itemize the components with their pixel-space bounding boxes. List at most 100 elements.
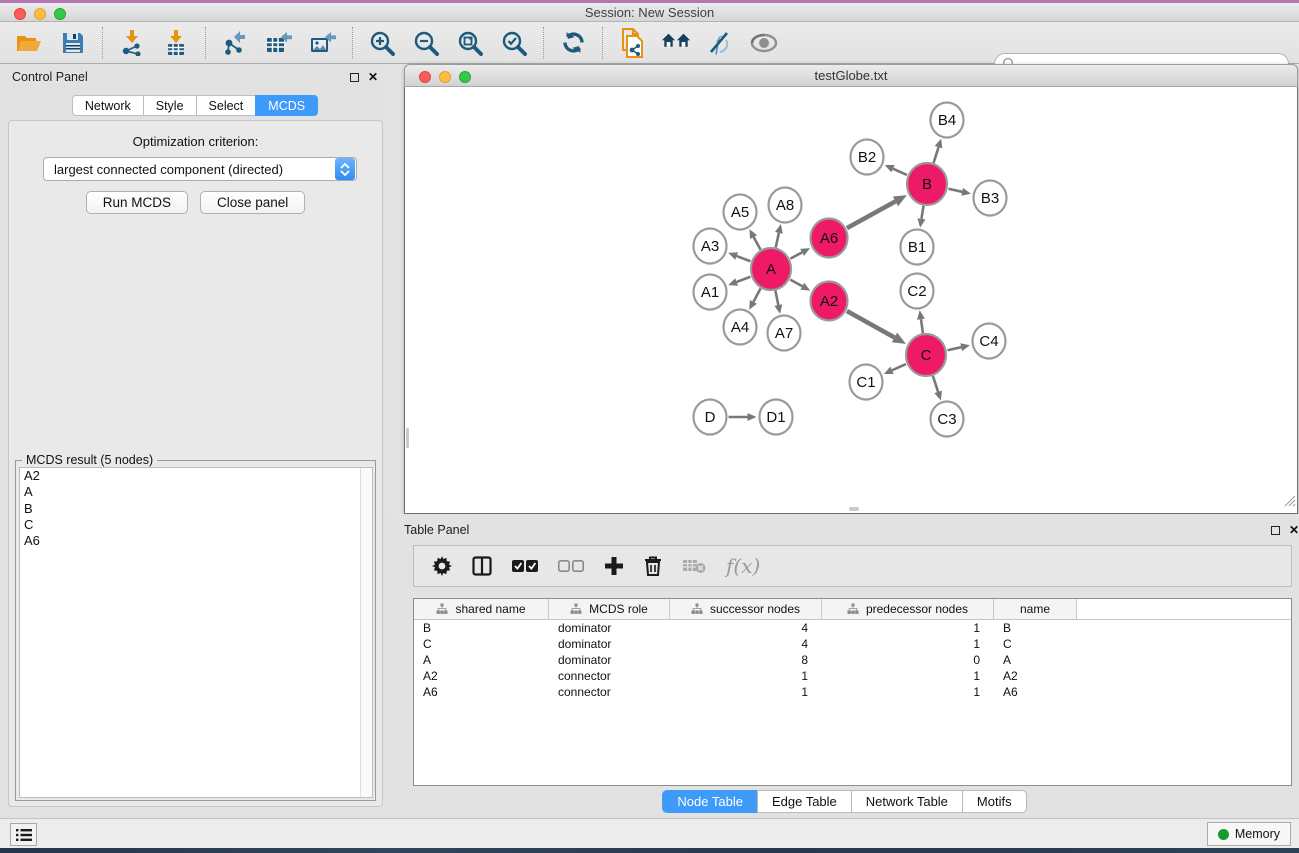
network-graph[interactable]: B4B2BB3A5A8A6B1A3AA1C2A2A4A7C4CC1C3DD1 [405,87,1297,513]
node-C2[interactable]: C2 [901,274,934,309]
column-header-predecessor-nodes[interactable]: predecessor nodes [822,599,994,619]
edge-A-A2[interactable] [790,280,802,287]
tab-select[interactable]: Select [196,95,256,116]
edge-C-C1[interactable] [892,364,906,370]
zoom-in-icon[interactable] [367,28,397,58]
resize-grip-icon[interactable] [1284,494,1296,512]
table-row[interactable]: Adominator80A [414,652,1291,668]
zoom-selected-icon[interactable] [499,28,529,58]
close-window-button[interactable] [14,8,26,20]
edge-B-B1[interactable] [921,206,923,219]
node-table-header[interactable]: shared nameMCDS rolesuccessor nodesprede… [414,599,1291,620]
table-row[interactable]: Cdominator41C [414,636,1291,652]
delete-column-icon[interactable] [644,556,662,577]
table-row[interactable]: A6connector11A6 [414,684,1291,700]
memory-button[interactable]: Memory [1207,822,1291,846]
node-A2[interactable]: A2 [811,282,848,321]
node-C3[interactable]: C3 [931,402,964,437]
node-A3[interactable]: A3 [694,229,727,264]
close-panel-button[interactable]: Close panel [200,191,305,214]
save-session-icon[interactable] [58,28,88,58]
run-mcds-button[interactable]: Run MCDS [86,191,188,214]
network-window-titlebar[interactable]: testGlobe.txt [404,64,1298,87]
task-history-button[interactable] [10,823,37,846]
columns-icon[interactable] [472,556,492,576]
close-panel-icon[interactable]: ✕ [368,70,378,84]
export-table-icon[interactable] [264,28,294,58]
node-table[interactable]: shared nameMCDS rolesuccessor nodesprede… [413,598,1292,786]
edge-A-A3[interactable] [737,256,751,261]
mcds-result-item[interactable]: A2 [20,468,372,484]
import-table-icon[interactable] [161,28,191,58]
node-B1[interactable]: B1 [901,230,934,265]
table-row[interactable]: A2connector11A2 [414,668,1291,684]
edge-B-B4[interactable] [934,147,939,163]
node-C1[interactable]: C1 [850,365,883,400]
window-controls[interactable] [14,8,66,20]
edge-A-A4[interactable] [753,288,760,301]
node-A1[interactable]: A1 [694,275,727,310]
network-minimize-button[interactable] [439,71,451,83]
open-session-icon[interactable] [14,28,44,58]
edge-C-C2[interactable] [921,319,923,333]
gear-icon[interactable] [432,556,452,576]
network-vertical-scrollbar[interactable] [406,428,409,448]
zoom-fit-icon[interactable] [455,28,485,58]
home-view-icon[interactable] [661,28,691,58]
edge-C-C4[interactable] [947,347,961,350]
node-B4[interactable]: B4 [931,103,964,138]
mcds-result-list[interactable]: A2ABCA6 [19,467,373,798]
edge-A-A1[interactable] [737,277,751,282]
deselect-all-icon[interactable] [558,559,584,573]
export-network-icon[interactable] [220,28,250,58]
column-header-MCDS-role[interactable]: MCDS role [549,599,670,619]
select-all-icon[interactable] [512,559,538,573]
node-A[interactable]: A [751,248,791,290]
node-C4[interactable]: C4 [973,324,1006,359]
node-table-body[interactable]: Bdominator41BCdominator41CAdominator80AA… [414,620,1291,700]
minimize-window-button[interactable] [34,8,46,20]
mcds-list-scrollbar[interactable] [360,468,372,797]
network-close-button[interactable] [419,71,431,83]
table-row[interactable]: Bdominator41B [414,620,1291,636]
table-close-panel-icon[interactable]: ✕ [1289,523,1299,537]
float-panel-icon[interactable] [350,73,359,82]
eye-icon[interactable] [749,28,779,58]
zoom-out-icon[interactable] [411,28,441,58]
mcds-result-item[interactable]: C [20,517,372,533]
node-C[interactable]: C [906,334,946,376]
node-D1[interactable]: D1 [760,400,793,435]
edge-B-B3[interactable] [948,189,962,192]
edge-A2-C[interactable] [847,311,895,338]
network-canvas[interactable]: B4B2BB3A5A8A6B1A3AA1C2A2A4A7C4CC1C3DD1 [404,87,1298,514]
node-B3[interactable]: B3 [974,181,1007,216]
edge-A6-B[interactable] [847,201,896,228]
tab-edge-table[interactable]: Edge Table [757,790,851,813]
edge-B-B2[interactable] [893,169,907,175]
node-A5[interactable]: A5 [724,195,757,230]
delete-table-icon[interactable] [682,558,706,574]
mcds-result-item[interactable]: B [20,501,372,517]
tab-node-table[interactable]: Node Table [662,790,757,813]
table-float-panel-icon[interactable] [1271,526,1280,535]
edge-A-A8[interactable] [776,233,779,248]
tab-mcds[interactable]: MCDS [255,95,318,116]
network-horizontal-scrollbar[interactable] [849,507,859,511]
node-A6[interactable]: A6 [811,219,848,258]
node-A4[interactable]: A4 [724,310,757,345]
criterion-dropdown[interactable]: largest connected component (directed) [43,157,357,181]
tab-network-table[interactable]: Network Table [851,790,962,813]
network-maximize-button[interactable] [459,71,471,83]
column-header-shared-name[interactable]: shared name [414,599,549,619]
edge-C-C3[interactable] [933,376,938,392]
mcds-result-item[interactable]: A6 [20,533,372,549]
edge-A-A6[interactable] [790,252,802,258]
edge-A-A5[interactable] [754,237,761,250]
node-A7[interactable]: A7 [768,316,801,351]
add-column-icon[interactable] [604,556,624,576]
node-B2[interactable]: B2 [851,140,884,175]
node-A8[interactable]: A8 [769,188,802,223]
tab-motifs[interactable]: Motifs [962,790,1027,813]
node-D[interactable]: D [694,400,727,435]
mcds-result-item[interactable]: A [20,484,372,500]
